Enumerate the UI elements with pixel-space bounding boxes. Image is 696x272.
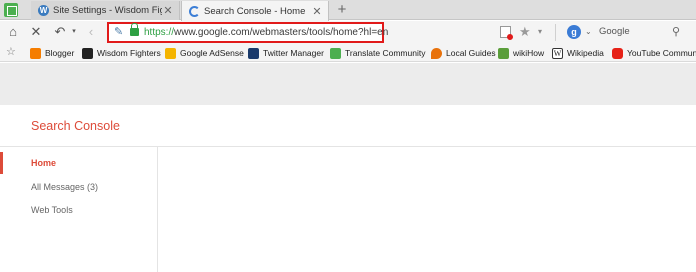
wikipedia-icon: W [552,47,563,59]
wisdom-fighters-icon [82,47,93,59]
url-text[interactable]: https://www.google.com/webmasters/tools/… [144,26,388,40]
bookmark-translate-community[interactable]: Translate Community [330,46,425,60]
search-console-logo[interactable]: Search Console [31,119,120,133]
bookmark-local-guides[interactable]: Local Guides [431,46,496,60]
bookmark-star-icon[interactable]: ★ [519,24,531,40]
bookmark-label: wikiHow [513,48,545,58]
url-protocol: https:// [144,27,175,38]
bookmark-label: Wikipedia [567,48,604,58]
bookmark-label: Local Guides [446,48,496,58]
tab-search-console[interactable]: Search Console - Home ✕ [181,1,329,21]
sidebar: Home All Messages (3) Web Tools [0,147,158,272]
bookmark-label: YouTube Community [627,48,696,58]
main-content [159,147,696,272]
bookmark-wikipedia[interactable]: W Wikipedia [552,46,604,60]
page-top-band [0,63,696,105]
local-guides-icon [431,47,442,59]
search-engine-icon[interactable]: g [567,25,581,39]
bookmark-blogger[interactable]: Blogger [30,46,74,60]
adsense-icon [165,47,176,59]
translate-icon [330,47,341,59]
bookmarks-star-icon[interactable]: ☆ [6,45,16,60]
app-menu-icon[interactable] [4,3,18,17]
url-path: www.google.com/webmasters/tools/home?hl=… [174,27,389,38]
bookmark-dropdown-icon[interactable]: ▾ [538,25,542,39]
navigation-toolbar: ⌂ ✕ ↶ ▾ ‹ ✎ https://www.google.com/webma… [0,21,696,44]
loading-icon [189,5,200,17]
wikihow-icon [498,47,509,59]
page-header: Search Console [0,105,696,147]
wordpress-icon: W [38,5,49,16]
address-bar[interactable]: ✎ https://www.google.com/webmasters/tool… [107,22,388,43]
new-tab-button[interactable]: + [334,2,350,18]
search-input[interactable]: Google [599,25,630,39]
blogger-icon [30,47,41,59]
bookmark-label: Google AdSense [180,48,244,58]
bookmark-youtube-community[interactable]: YouTube Community [612,46,696,60]
bookmark-label: Translate Community [345,48,426,58]
undo-dropdown-icon[interactable]: ▾ [66,24,82,40]
tab-title: Site Settings - Wisdom Fighters [53,5,162,16]
extension-icon[interactable]: ✎ [114,26,126,39]
tab-strip: W Site Settings - Wisdom Fighters ✕ Sear… [0,0,696,21]
reader-mode-icon[interactable] [500,26,513,40]
bookmark-label: Wisdom Fighters [97,48,161,58]
bookmark-label: Twitter Manager [263,48,324,58]
bookmark-wisdom-fighters[interactable]: Wisdom Fighters [82,46,161,60]
bookmark-twitter-manager[interactable]: Twitter Manager [248,46,324,60]
bookmark-wikihow[interactable]: wikiHow [498,46,544,60]
stop-icon[interactable]: ✕ [28,24,44,40]
sidebar-item-web-tools[interactable]: Web Tools [0,199,157,221]
chevron-down-icon[interactable]: ⌄ [585,25,592,39]
tab-title: Search Console - Home [204,5,306,17]
tab-site-settings[interactable]: W Site Settings - Wisdom Fighters ✕ [31,1,180,20]
bookmark-label: Blogger [45,48,75,58]
search-icon[interactable]: ⚲ [672,25,680,39]
sidebar-item-all-messages[interactable]: All Messages (3) [0,176,157,198]
close-tab-icon[interactable]: ✕ [311,5,323,18]
bookmarks-bar: ☆ Blogger Wisdom Fighters Google AdSense… [0,44,696,62]
home-icon[interactable]: ⌂ [5,24,21,40]
back-icon[interactable]: ‹ [83,24,99,40]
lock-icon[interactable] [130,23,139,36]
youtube-icon [612,47,623,59]
twitter-manager-icon [248,47,259,59]
sidebar-item-home[interactable]: Home [0,152,157,174]
toolbar-separator [555,24,556,41]
bookmark-google-adsense[interactable]: Google AdSense [165,46,244,60]
close-tab-icon[interactable]: ✕ [162,4,174,17]
